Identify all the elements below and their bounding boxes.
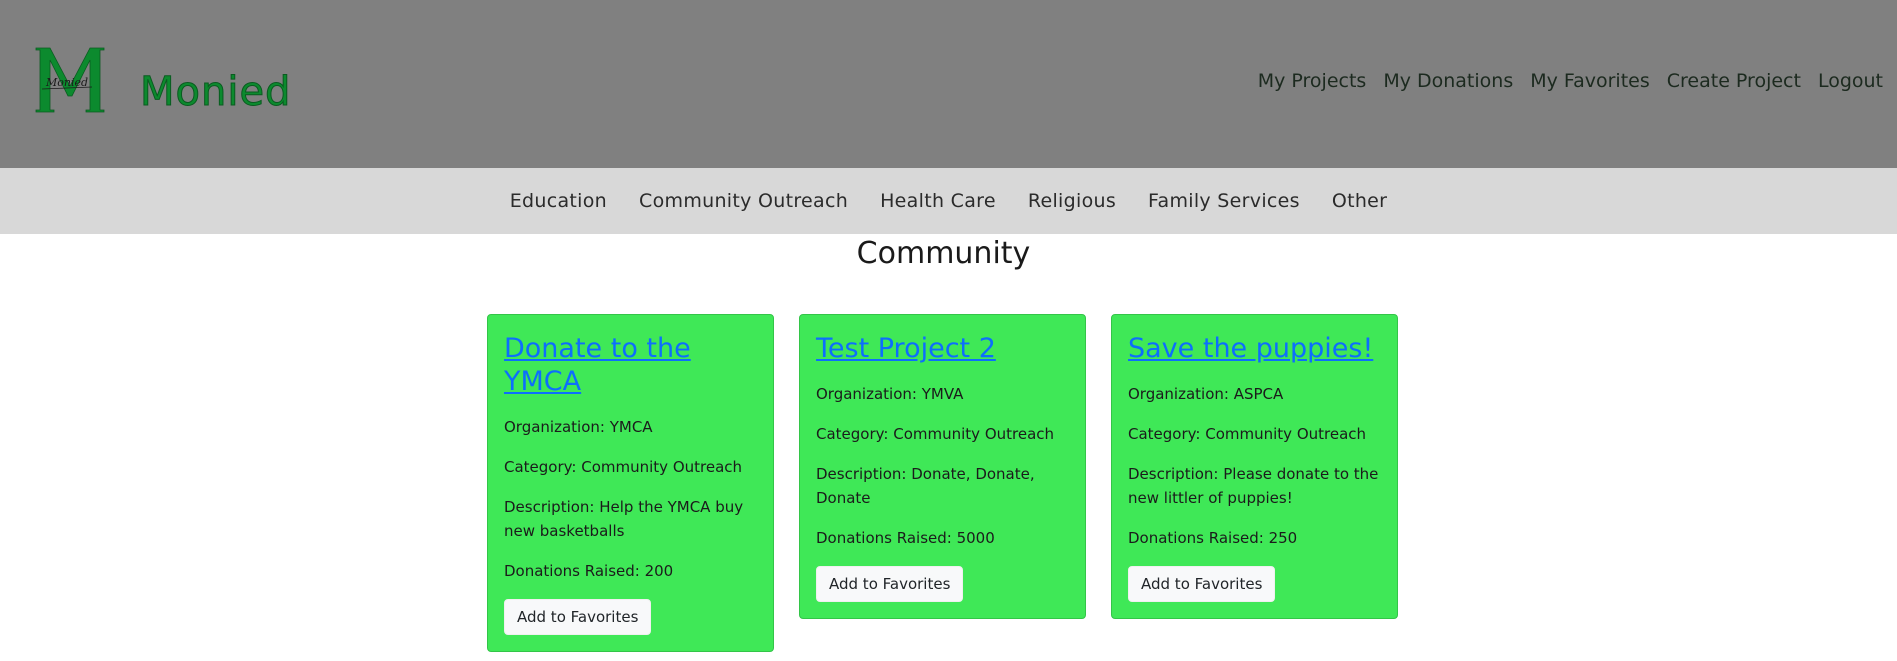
project-category: Category: Community Outreach: [504, 457, 743, 476]
project-donations-raised: Donations Raised: 200: [504, 561, 674, 580]
add-to-favorites-button[interactable]: Add to Favorites: [1128, 565, 1276, 602]
add-to-favorites-button[interactable]: Add to Favorites: [504, 598, 652, 635]
monied-logo[interactable]: Monied: [30, 40, 110, 120]
project-organization: Organization: ASPCA: [1128, 384, 1284, 403]
project-card: Save the puppies! Organization: ASPCA Ca…: [1111, 314, 1398, 619]
project-donations-raised: Donations Raised: 5000: [816, 528, 995, 547]
nav-logout[interactable]: Logout: [1818, 70, 1883, 92]
category-other[interactable]: Other: [1332, 190, 1387, 212]
brand-name[interactable]: Monied: [139, 72, 291, 113]
project-description: Description: Please donate to the new li…: [1128, 464, 1379, 507]
category-health-care[interactable]: Health Care: [880, 190, 996, 212]
project-description: Description: Help the YMCA buy new baske…: [504, 497, 744, 540]
category-nav: Education Community Outreach Health Care…: [0, 190, 1897, 212]
page-title: Community: [856, 236, 1031, 271]
category-community-outreach[interactable]: Community Outreach: [639, 190, 848, 212]
project-title-link[interactable]: Donate to the YMCA: [504, 333, 757, 399]
project-category: Category: Community Outreach: [816, 424, 1055, 443]
monied-logo-mark: Monied: [35, 47, 105, 113]
category-family-services[interactable]: Family Services: [1148, 190, 1300, 212]
nav-my-favorites[interactable]: My Favorites: [1530, 70, 1650, 92]
project-cards: Donate to the YMCA Organization: YMCA Ca…: [487, 314, 1398, 652]
project-organization: Organization: YMCA: [504, 417, 653, 436]
project-card: Donate to the YMCA Organization: YMCA Ca…: [487, 314, 774, 652]
category-bar: Education Community Outreach Health Care…: [0, 168, 1897, 234]
top-header: Monied Monied My Projects My Donations M…: [0, 0, 1897, 168]
project-donations-raised: Donations Raised: 250: [1128, 528, 1298, 547]
project-description: Description: Donate, Donate, Donate: [816, 464, 1035, 507]
category-education[interactable]: Education: [510, 190, 607, 212]
project-title-link[interactable]: Test Project 2: [816, 333, 1069, 366]
top-nav: My Projects My Donations My Favorites Cr…: [1258, 70, 1883, 92]
project-card: Test Project 2 Organization: YMVA Catego…: [799, 314, 1086, 619]
project-organization: Organization: YMVA: [816, 384, 964, 403]
nav-create-project[interactable]: Create Project: [1667, 70, 1801, 92]
category-religious[interactable]: Religious: [1028, 190, 1116, 212]
nav-my-projects[interactable]: My Projects: [1258, 70, 1367, 92]
project-category: Category: Community Outreach: [1128, 424, 1367, 443]
nav-my-donations[interactable]: My Donations: [1383, 70, 1513, 92]
add-to-favorites-button[interactable]: Add to Favorites: [816, 565, 964, 602]
project-title-link[interactable]: Save the puppies!: [1128, 333, 1381, 366]
